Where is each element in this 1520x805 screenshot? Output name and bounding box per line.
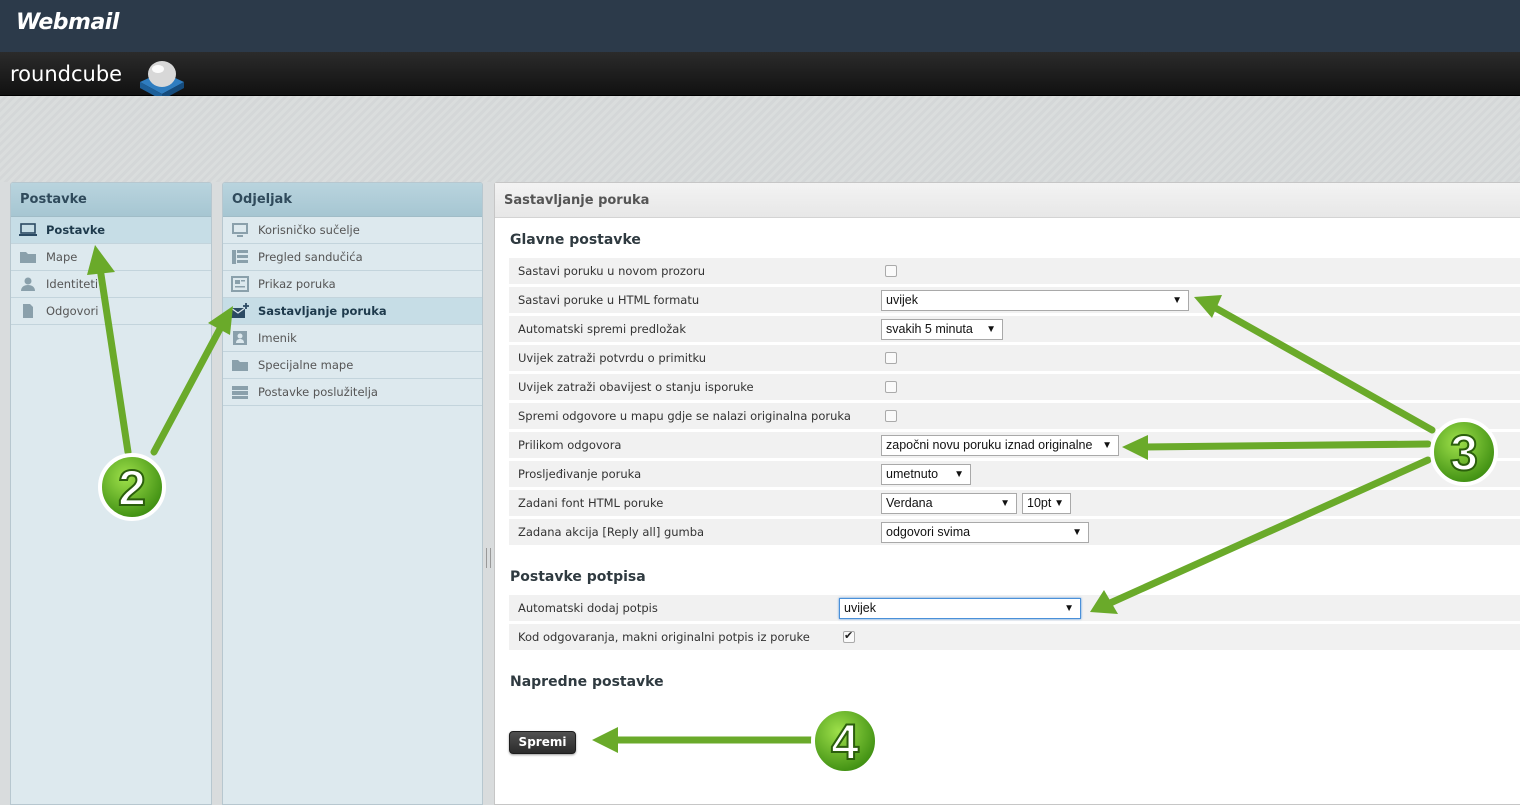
row-label: Uvijek zatraži obavijest o stanju isporu… xyxy=(518,380,754,394)
dropdown-arrow-icon: ▼ xyxy=(1064,603,1074,614)
read-receipt-checkbox[interactable] xyxy=(885,352,897,364)
sidebar-item-label: Postavke xyxy=(46,223,106,237)
html-font-select[interactable]: Verdana ▼ xyxy=(881,493,1017,514)
html-font-size-select[interactable]: 10pt ▼ xyxy=(1022,493,1071,514)
section-item-specijalne-mape[interactable]: Specijalne mape xyxy=(223,352,482,379)
mailbox-view-icon xyxy=(232,250,248,264)
row-label: Automatski spremi predložak xyxy=(518,322,686,336)
row-label: Spremi odgovore u mapu gdje se nalazi or… xyxy=(518,409,851,423)
row-label: Sastavi poruku u novom prozoru xyxy=(518,264,706,278)
section-item-label: Imenik xyxy=(258,331,297,345)
settings-row: Zadani font HTML poruke Verdana ▼ 10pt ▼ xyxy=(509,490,1520,517)
settings-row: Kod odgovaranja, makni originalni potpis… xyxy=(509,624,1520,651)
settings-row: Automatski dodaj potpis uvijek ▼ xyxy=(509,595,1520,622)
delivery-status-checkbox[interactable] xyxy=(885,381,897,393)
section-panel: Odjeljak Korisničko sučelje Pregled sand… xyxy=(222,182,483,805)
dropdown-arrow-icon: ▼ xyxy=(986,324,996,335)
header-spacer xyxy=(0,96,1520,182)
dropdown-arrow-icon: ▼ xyxy=(954,469,964,480)
panel-splitter[interactable] xyxy=(486,548,491,568)
autosave-draft-select[interactable]: svakih 5 minuta ▼ xyxy=(881,319,1003,340)
sidebar-item-identiteti[interactable]: Identiteti xyxy=(11,271,211,298)
row-label: Uvijek zatraži potvrdu o primitku xyxy=(518,351,707,365)
save-replies-in-folder-checkbox[interactable] xyxy=(885,410,897,422)
settings-row: Spremi odgovore u mapu gdje se nalazi or… xyxy=(509,403,1520,430)
section-item-sastavljanje-poruka[interactable]: Sastavljanje poruka xyxy=(223,298,482,325)
settings-panel: Postavke Postavke Mape Identiteti Odgovo… xyxy=(10,182,212,805)
settings-row: Automatski spremi predložak svakih 5 min… xyxy=(509,316,1520,343)
sidebar-item-mape[interactable]: Mape xyxy=(11,244,211,271)
section-item-imenik[interactable]: Imenik xyxy=(223,325,482,352)
advanced-settings-heading: Napredne postavke xyxy=(510,674,664,690)
roundcube-bar: roundcube xyxy=(0,52,1520,100)
row-label: Kod odgovaranja, makni originalni potpis… xyxy=(518,630,810,644)
section-panel-title: Odjeljak xyxy=(223,183,482,217)
forward-mode-select[interactable]: umetnuto ▼ xyxy=(881,464,971,485)
dropdown-arrow-icon: ▼ xyxy=(1000,498,1010,509)
computer-icon xyxy=(19,223,37,236)
section-item-label: Postavke poslužitelja xyxy=(258,385,378,399)
compose-new-window-checkbox[interactable] xyxy=(885,265,897,277)
settings-row: Uvijek zatraži potvrdu o primitku xyxy=(509,345,1520,372)
settings-row: Sastavi poruku u novom prozoru xyxy=(509,258,1520,285)
html-format-select[interactable]: uvijek ▼ xyxy=(881,290,1189,311)
folder-icon xyxy=(20,252,36,263)
section-item-label: Sastavljanje poruka xyxy=(258,304,387,318)
sidebar-item-label: Odgovori xyxy=(46,304,99,318)
sidebar-item-postavke[interactable]: Postavke xyxy=(11,217,211,244)
row-label: Sastavi poruke u HTML formatu xyxy=(518,293,700,307)
section-item-prikaz-poruka[interactable]: Prikaz poruka xyxy=(223,271,482,298)
section-item-label: Pregled sandučića xyxy=(258,250,363,264)
settings-row: Prilikom odgovora započni novu poruku iz… xyxy=(509,432,1520,459)
section-item-korisnicko-sucelje[interactable]: Korisničko sučelje xyxy=(223,217,482,244)
reply-all-select[interactable]: odgovori svima ▼ xyxy=(881,522,1089,543)
reply-mode-select[interactable]: započni novu poruku iznad originalne ▼ xyxy=(881,435,1119,456)
folder-icon xyxy=(232,360,248,371)
dropdown-arrow-icon: ▼ xyxy=(1054,498,1064,509)
settings-row: Sastavi poruke u HTML formatu uvijek ▼ xyxy=(509,287,1520,314)
section-item-label: Specijalne mape xyxy=(258,358,354,372)
settings-panel-title: Postavke xyxy=(11,183,211,217)
settings-row: Uvijek zatraži obavijest o stanju isporu… xyxy=(509,374,1520,401)
webmail-logo[interactable]: Webmail xyxy=(16,10,119,35)
main-panel-title: Sastavljanje poruka xyxy=(495,183,1520,218)
sidebar-item-odgovori[interactable]: Odgovori xyxy=(11,298,211,325)
dropdown-arrow-icon: ▼ xyxy=(1172,295,1182,306)
strip-signature-checkbox[interactable] xyxy=(843,629,855,643)
dropdown-arrow-icon: ▼ xyxy=(1072,527,1082,538)
roundcube-logo[interactable]: roundcube xyxy=(10,62,122,86)
compose-icon xyxy=(231,303,249,318)
row-label: Automatski dodaj potpis xyxy=(518,601,658,615)
person-icon xyxy=(21,277,35,291)
row-label: Prosljeđivanje poruka xyxy=(518,467,642,481)
section-item-label: Korisničko sučelje xyxy=(258,223,360,237)
compose-settings-panel: Sastavljanje poruka Glavne postavke Sast… xyxy=(494,182,1520,805)
roundcube-cube-icon xyxy=(140,61,184,100)
document-icon xyxy=(23,304,33,318)
section-item-pregled-sanducica[interactable]: Pregled sandučića xyxy=(223,244,482,271)
addressbook-icon xyxy=(233,331,247,345)
sidebar-item-label: Identiteti xyxy=(46,277,99,291)
dropdown-arrow-icon: ▼ xyxy=(1102,440,1112,451)
top-bar: Webmail xyxy=(0,0,1520,52)
save-button[interactable]: Spremi xyxy=(509,731,576,754)
monitor-icon xyxy=(232,223,248,237)
main-settings-heading: Glavne postavke xyxy=(510,232,641,248)
settings-row: Prosljeđivanje poruka umetnuto ▼ xyxy=(509,461,1520,488)
section-item-label: Prikaz poruka xyxy=(258,277,336,291)
section-item-postavke-posluzitelja[interactable]: Postavke poslužitelja xyxy=(223,379,482,406)
row-label: Prilikom odgovora xyxy=(518,438,622,452)
message-view-icon xyxy=(231,276,249,292)
server-icon xyxy=(232,386,248,399)
row-label: Zadana akcija [Reply all] gumba xyxy=(518,525,705,539)
auto-signature-select[interactable]: uvijek ▼ xyxy=(839,598,1081,619)
sidebar-item-label: Mape xyxy=(46,250,78,264)
settings-row: Zadana akcija [Reply all] gumba odgovori… xyxy=(509,519,1520,546)
signature-settings-heading: Postavke potpisa xyxy=(510,569,646,585)
row-label: Zadani font HTML poruke xyxy=(518,496,664,510)
